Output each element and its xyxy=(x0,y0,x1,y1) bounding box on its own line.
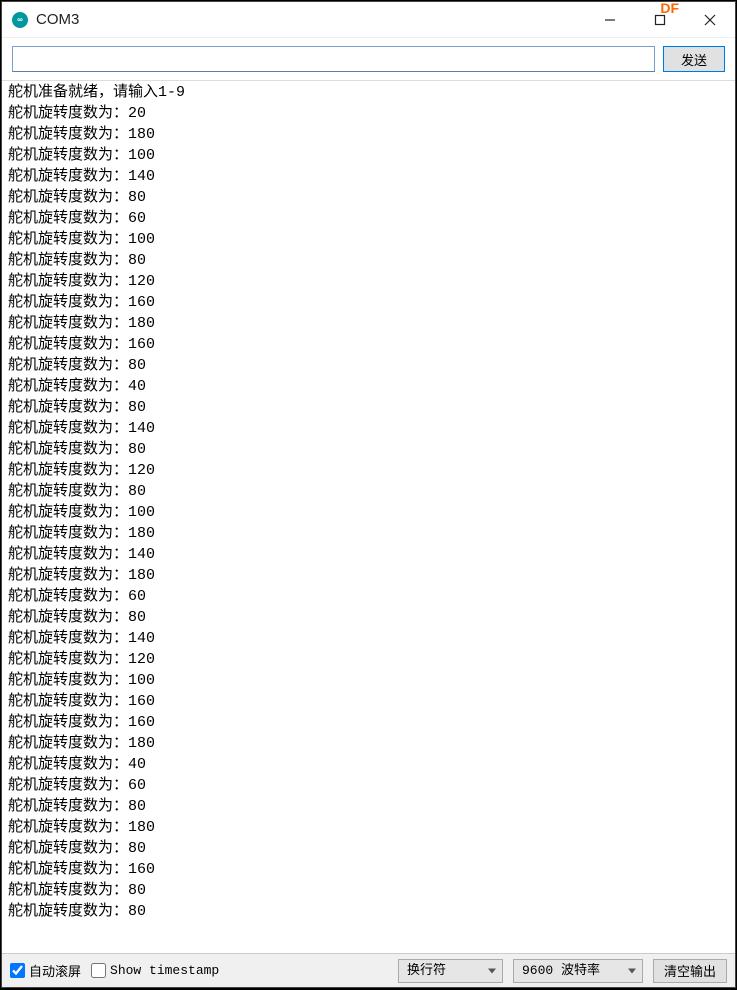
console-line: 舵机旋转度数为：80 xyxy=(8,397,731,418)
bottombar: 自动滚屏 Show timestamp 换行符 9600 波特率 清空输出 xyxy=(2,953,735,987)
console-line: 舵机旋转度数为：180 xyxy=(8,817,731,838)
console-line: 舵机旋转度数为：60 xyxy=(8,586,731,607)
clear-output-button[interactable]: 清空输出 xyxy=(653,959,727,983)
close-button[interactable] xyxy=(685,2,735,37)
serial-input[interactable] xyxy=(12,46,655,72)
console-line: 舵机准备就绪，请输入1-9 xyxy=(8,82,731,103)
maximize-icon xyxy=(654,14,666,26)
console-line: 舵机旋转度数为：180 xyxy=(8,523,731,544)
serial-monitor-window: ∞ COM3 DF 发送 舵机准备就绪，请输入1-9舵机旋转度数为：20舵机旋转… xyxy=(1,1,736,988)
console-line: 舵机旋转度数为：160 xyxy=(8,292,731,313)
console-line: 舵机旋转度数为：180 xyxy=(8,124,731,145)
console-line: 舵机旋转度数为：120 xyxy=(8,271,731,292)
console-line: 舵机旋转度数为：160 xyxy=(8,712,731,733)
console-line: 舵机旋转度数为：100 xyxy=(8,502,731,523)
console-line: 舵机旋转度数为：140 xyxy=(8,544,731,565)
console-line: 舵机旋转度数为：80 xyxy=(8,250,731,271)
console-line: 舵机旋转度数为：80 xyxy=(8,607,731,628)
console-line: 舵机旋转度数为：80 xyxy=(8,796,731,817)
console-line: 舵机旋转度数为：180 xyxy=(8,313,731,334)
autoscroll-checkbox[interactable] xyxy=(10,963,25,978)
console-line: 舵机旋转度数为：80 xyxy=(8,838,731,859)
console-line: 舵机旋转度数为：180 xyxy=(8,565,731,586)
console-line: 舵机旋转度数为：140 xyxy=(8,166,731,187)
console-line: 舵机旋转度数为：80 xyxy=(8,355,731,376)
minimize-button[interactable] xyxy=(585,2,635,37)
line-ending-select[interactable]: 换行符 xyxy=(398,959,503,983)
close-icon xyxy=(704,14,716,26)
console-line: 舵机旋转度数为：80 xyxy=(8,880,731,901)
console-line: 舵机旋转度数为：80 xyxy=(8,187,731,208)
console-line: 舵机旋转度数为：160 xyxy=(8,334,731,355)
console-line: 舵机旋转度数为：160 xyxy=(8,691,731,712)
console-line: 舵机旋转度数为：80 xyxy=(8,439,731,460)
window-controls xyxy=(585,2,735,37)
console-line: 舵机旋转度数为：40 xyxy=(8,376,731,397)
console-line: 舵机旋转度数为：180 xyxy=(8,733,731,754)
titlebar: ∞ COM3 DF xyxy=(2,2,735,38)
console-line: 舵机旋转度数为：80 xyxy=(8,481,731,502)
autoscroll-checkbox-wrap[interactable]: 自动滚屏 xyxy=(10,961,81,980)
maximize-button[interactable] xyxy=(635,2,685,37)
minimize-icon xyxy=(604,14,616,26)
console-line: 舵机旋转度数为：20 xyxy=(8,103,731,124)
console-line: 舵机旋转度数为：120 xyxy=(8,649,731,670)
console-line: 舵机旋转度数为：120 xyxy=(8,460,731,481)
baud-select-wrap: 9600 波特率 xyxy=(513,959,643,983)
console-line: 舵机旋转度数为：80 xyxy=(8,901,731,922)
console-line: 舵机旋转度数为：60 xyxy=(8,208,731,229)
console-wrap: 舵机准备就绪，请输入1-9舵机旋转度数为：20舵机旋转度数为：180舵机旋转度数… xyxy=(2,81,735,953)
arduino-icon: ∞ xyxy=(12,12,28,28)
baud-rate-select[interactable]: 9600 波特率 xyxy=(513,959,643,983)
send-row: 发送 xyxy=(2,38,735,81)
timestamp-checkbox-wrap[interactable]: Show timestamp xyxy=(91,963,219,978)
timestamp-label: Show timestamp xyxy=(110,963,219,978)
console-line: 舵机旋转度数为：100 xyxy=(8,670,731,691)
timestamp-checkbox[interactable] xyxy=(91,963,106,978)
line-ending-select-wrap: 换行符 xyxy=(398,959,503,983)
console-line: 舵机旋转度数为：160 xyxy=(8,859,731,880)
console-line: 舵机旋转度数为：60 xyxy=(8,775,731,796)
serial-output[interactable]: 舵机准备就绪，请输入1-9舵机旋转度数为：20舵机旋转度数为：180舵机旋转度数… xyxy=(2,81,735,953)
autoscroll-label: 自动滚屏 xyxy=(29,961,81,980)
window-title: COM3 xyxy=(36,11,79,28)
console-line: 舵机旋转度数为：140 xyxy=(8,628,731,649)
console-line: 舵机旋转度数为：100 xyxy=(8,229,731,250)
send-button[interactable]: 发送 xyxy=(663,46,725,72)
console-line: 舵机旋转度数为：40 xyxy=(8,754,731,775)
console-line: 舵机旋转度数为：100 xyxy=(8,145,731,166)
console-line: 舵机旋转度数为：140 xyxy=(8,418,731,439)
